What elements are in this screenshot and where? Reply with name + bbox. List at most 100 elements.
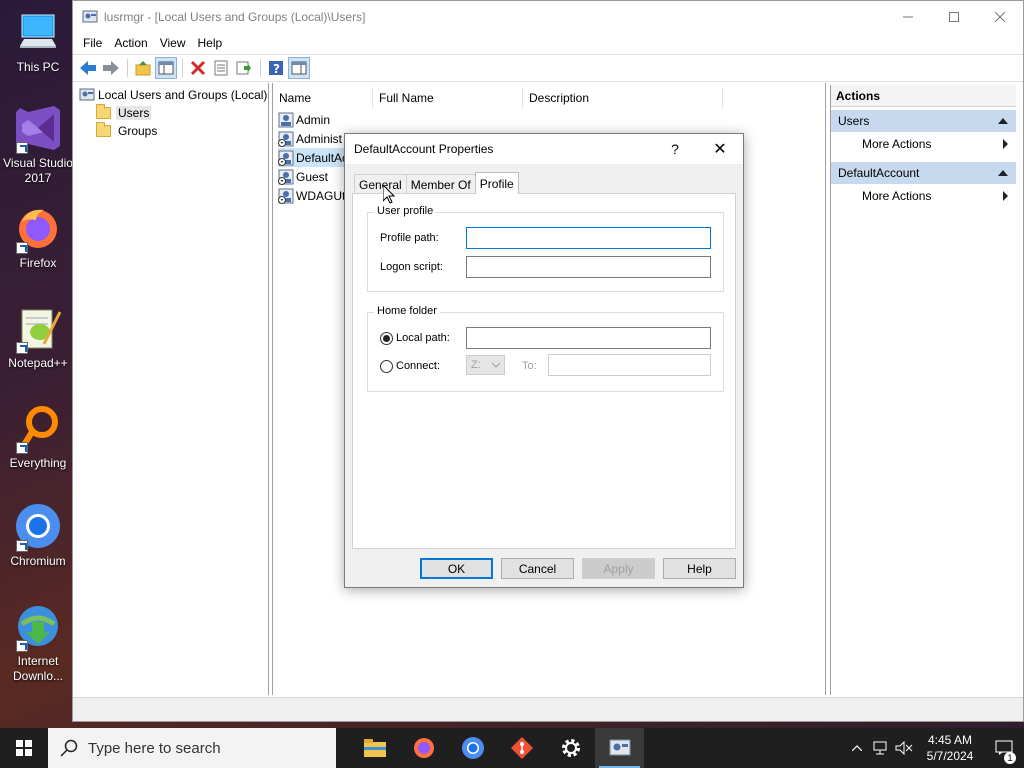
menu-help[interactable]: Help: [192, 36, 229, 50]
tree-item-groups[interactable]: Groups: [96, 122, 159, 140]
desktop-icon-firefox[interactable]: Firefox: [0, 204, 76, 271]
local-path-input[interactable]: [467, 328, 710, 348]
taskbar-app-git[interactable]: [497, 728, 546, 768]
toolbar: ?: [73, 54, 1023, 82]
table-row[interactable]: Guest: [278, 167, 328, 186]
dialog-help-button[interactable]: ?: [653, 141, 697, 157]
file-explorer-icon: [363, 739, 386, 757]
actions-item-more-actions[interactable]: More Actions: [831, 132, 1016, 156]
table-row[interactable]: WDAGUti: [278, 186, 348, 205]
table-row[interactable]: Administ: [278, 129, 342, 148]
column-header-name[interactable]: Name: [273, 87, 373, 109]
local-path-field[interactable]: [466, 327, 711, 349]
back-button[interactable]: [77, 57, 99, 79]
show-hide-action-pane-button[interactable]: [288, 57, 310, 79]
desktop-icon-notepadpp[interactable]: Notepad++: [0, 304, 76, 371]
network-icon: [873, 741, 887, 755]
delete-button[interactable]: [187, 57, 209, 79]
collapse-up-icon[interactable]: [998, 170, 1008, 176]
volume-button[interactable]: [892, 741, 916, 755]
taskbar-app-file-explorer[interactable]: [350, 728, 399, 768]
network-button[interactable]: [868, 741, 892, 755]
tree-item-users[interactable]: Users: [96, 104, 152, 122]
this-pc-icon: [14, 8, 62, 56]
minimize-button[interactable]: [885, 1, 931, 32]
clock-time: 4:45 AM: [927, 733, 973, 747]
user-disabled-icon: [278, 188, 294, 204]
desktop-icon-internet-download-manager[interactable]: Internet Downlo...: [0, 602, 76, 684]
tree-item-label: Groups: [118, 124, 158, 138]
menu-file[interactable]: File: [77, 36, 108, 50]
drive-letter-select[interactable]: Z:: [466, 355, 505, 375]
cancel-button[interactable]: Cancel: [501, 558, 574, 579]
help-dialog-button[interactable]: Help: [663, 558, 736, 579]
tab-member-of[interactable]: Member Of: [405, 174, 476, 194]
user-name: DefaultAc: [296, 150, 349, 165]
desktop-icon-this-pc[interactable]: This PC: [0, 8, 76, 75]
up-folder-button[interactable]: [132, 57, 154, 79]
status-bar: [73, 697, 1023, 721]
firefox-icon: [413, 738, 434, 758]
local-path-radio[interactable]: [380, 332, 393, 345]
tab-profile[interactable]: Profile: [474, 172, 519, 194]
tree-item-label: Users: [116, 106, 152, 120]
desktop-icon-everything[interactable]: Everything: [0, 404, 76, 471]
shortcut-arrow-icon: [16, 142, 28, 154]
export-list-button[interactable]: [233, 57, 255, 79]
apply-button[interactable]: Apply: [582, 558, 655, 579]
connect-label[interactable]: Connect:: [396, 360, 440, 372]
maximize-button[interactable]: [931, 1, 977, 32]
profile-path-input[interactable]: [467, 228, 710, 248]
menu-action[interactable]: Action: [108, 36, 153, 50]
delete-icon: [190, 60, 206, 76]
actions-section-defaultaccount[interactable]: DefaultAccount: [831, 162, 1016, 184]
close-button[interactable]: [977, 1, 1023, 32]
table-row[interactable]: Admin: [278, 110, 330, 129]
start-button[interactable]: [0, 728, 48, 768]
forward-button[interactable]: [100, 57, 122, 79]
connect-radio[interactable]: [380, 360, 393, 373]
table-row-selected[interactable]: DefaultAc: [278, 148, 349, 167]
dialog-title: DefaultAccount Properties: [354, 142, 494, 156]
collapse-up-icon[interactable]: [998, 118, 1008, 124]
connect-to-field[interactable]: [548, 354, 711, 376]
logon-script-input[interactable]: [467, 257, 710, 277]
tray-overflow-button[interactable]: [846, 745, 868, 751]
desktop-icon-visual-studio[interactable]: Visual Studio 2017: [0, 104, 76, 186]
notification-center-button[interactable]: 1: [984, 740, 1024, 764]
help-button[interactable]: ?: [265, 57, 287, 79]
user-icon: [278, 112, 294, 127]
internet-download-manager-icon: [14, 602, 62, 652]
column-header-full-name[interactable]: Full Name: [373, 87, 523, 109]
profile-path-field[interactable]: [466, 227, 711, 249]
to-label: To:: [522, 360, 537, 372]
dialog-titlebar[interactable]: DefaultAccount Properties ? ✕: [345, 134, 743, 164]
taskbar-app-firefox[interactable]: [399, 728, 448, 768]
properties-button[interactable]: [210, 57, 232, 79]
actions-item-more-actions[interactable]: More Actions: [831, 184, 1016, 208]
notepadpp-icon: [14, 304, 62, 354]
local-path-label[interactable]: Local path:: [396, 332, 450, 344]
desktop-icon-chromium[interactable]: Chromium: [0, 502, 76, 569]
ok-button[interactable]: OK: [420, 558, 493, 579]
search-icon: [60, 739, 78, 757]
window-titlebar[interactable]: lusrmgr - [Local Users and Groups (Local…: [73, 1, 1023, 32]
logon-script-field[interactable]: [466, 256, 711, 278]
windows-logo-icon: [16, 740, 32, 756]
show-hide-tree-button[interactable]: [155, 57, 177, 79]
dialog-close-button[interactable]: ✕: [697, 139, 743, 159]
taskbar-search[interactable]: Type here to search: [48, 728, 336, 768]
shortcut-arrow-icon: [16, 640, 28, 652]
tab-general[interactable]: General: [354, 174, 407, 194]
actions-section-users[interactable]: Users: [831, 110, 1016, 132]
taskbar-app-settings[interactable]: [546, 728, 595, 768]
git-icon: [510, 737, 533, 759]
tree-item-root[interactable]: Local Users and Groups (Local): [79, 86, 267, 104]
toolbar-separator: [260, 59, 261, 77]
clock[interactable]: 4:45 AM 5/7/2024: [916, 732, 984, 764]
connect-to-input[interactable]: [549, 355, 710, 375]
taskbar-app-lusrmgr[interactable]: [595, 728, 644, 768]
column-header-description[interactable]: Description: [523, 87, 723, 109]
taskbar-app-chromium[interactable]: [448, 728, 497, 768]
menu-view[interactable]: View: [154, 36, 192, 50]
